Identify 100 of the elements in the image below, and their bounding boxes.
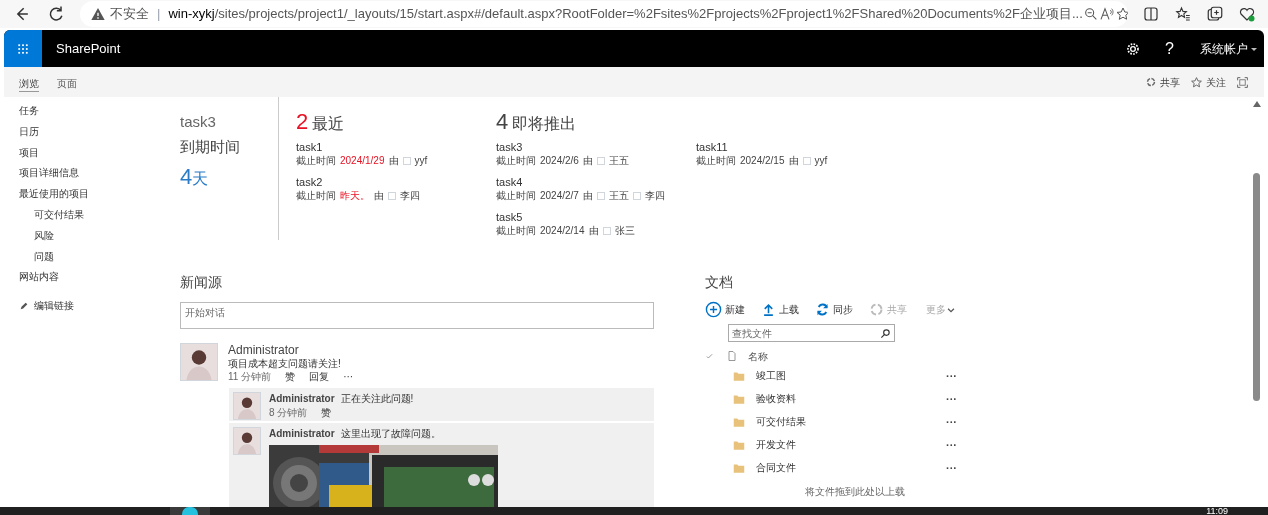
nav-link[interactable]: 可交付结果 xyxy=(19,205,180,226)
more-options-button[interactable]: ··· xyxy=(946,461,957,474)
folder-link[interactable]: 竣工图 xyxy=(756,368,946,383)
due-date: 2024/2/15 xyxy=(740,154,785,167)
task-link[interactable]: task2 xyxy=(296,175,496,189)
folder-link[interactable]: 可交付结果 xyxy=(756,414,946,429)
person-name[interactable]: yyf xyxy=(414,154,428,167)
folder-link[interactable]: 合同文件 xyxy=(756,460,946,475)
taskbar-app-icon[interactable] xyxy=(170,507,210,515)
scroll-up-icon[interactable] xyxy=(1253,101,1261,107)
task-link[interactable]: task11 xyxy=(696,140,896,154)
countdown-unit: 天 xyxy=(192,170,209,189)
toolbar-button[interactable]: 上载 xyxy=(779,302,799,317)
more-options-button[interactable]: ··· xyxy=(946,369,957,382)
person-name[interactable]: 王五 xyxy=(608,189,629,202)
app-launcher-button[interactable] xyxy=(4,30,42,67)
folder-link[interactable]: 验收资料 xyxy=(756,391,946,406)
post-time[interactable]: 11 分钟前 xyxy=(228,370,272,384)
task-link[interactable]: task1 xyxy=(296,140,496,154)
ribbon-action[interactable]: 共享 xyxy=(1160,74,1180,90)
upload-icon xyxy=(761,302,776,317)
feed-action[interactable]: 赞 xyxy=(285,370,296,384)
task-link[interactable]: task4 xyxy=(496,175,696,189)
settings-icon[interactable] xyxy=(1125,40,1142,57)
app-title[interactable]: SharePoint xyxy=(56,38,121,59)
due-label: 截止时间 xyxy=(496,189,536,202)
due-label: 截止时间 xyxy=(696,154,736,167)
due-date: 昨天。 xyxy=(340,189,370,202)
due-date: 2024/1/29 xyxy=(340,154,385,167)
nav-link[interactable]: 项目详细信息 xyxy=(19,163,180,185)
focus-icon[interactable] xyxy=(1236,75,1249,89)
person-name[interactable]: 张三 xyxy=(614,224,635,237)
checkbox-icon[interactable] xyxy=(632,191,641,200)
edit-links-link[interactable]: 编辑链接 xyxy=(34,298,74,314)
user-menu[interactable]: 系统帐户 xyxy=(1200,39,1248,58)
search-icon[interactable] xyxy=(880,327,891,339)
author-link[interactable]: Administrator xyxy=(269,392,335,406)
task-link[interactable]: task3 xyxy=(180,111,278,134)
checkbox-icon[interactable] xyxy=(388,191,396,200)
nav-link[interactable]: 最近使用的项目 xyxy=(19,184,180,205)
column-header[interactable]: 名称 xyxy=(748,348,768,364)
person-name[interactable]: 王五 xyxy=(608,154,629,167)
due-label: 截止时间 xyxy=(296,189,336,202)
search-field[interactable]: 查找文件 xyxy=(728,324,895,342)
task-link[interactable]: task3 xyxy=(496,140,696,154)
post-time[interactable]: 8 分钟前 xyxy=(269,406,308,420)
scrollbar-thumb[interactable] xyxy=(1253,173,1260,401)
ribbon-action[interactable]: 关注 xyxy=(1206,74,1226,90)
by-label: 由 xyxy=(788,154,799,167)
checkbox-icon[interactable] xyxy=(596,191,605,200)
read-aloud-icon[interactable] xyxy=(1098,6,1115,22)
reply-text: 这里出现了故障问题。 xyxy=(340,427,441,441)
task-link[interactable]: task5 xyxy=(496,210,696,224)
person-name[interactable]: yyf xyxy=(814,154,828,167)
zoom-out-icon[interactable] xyxy=(1082,6,1099,22)
reply-text: 正在关注此问题! xyxy=(340,392,414,406)
ribbon-tab[interactable]: 浏览 xyxy=(19,72,39,92)
recent-count: 2 xyxy=(296,108,309,136)
nav-link[interactable]: 网站内容 xyxy=(19,267,180,289)
address-bar[interactable]: 不安全 | win-xykj/sites/projects/project1/_layouts/15/start.aspx#/default.aspx?RootFolder=%2Fsites%2Fprojects%2Fproject1%2FShared%20Documents%2F企业项目... xyxy=(80,1,1128,27)
health-icon[interactable] xyxy=(1238,5,1256,23)
nav-link[interactable]: 任务 xyxy=(19,101,180,122)
nav-link[interactable]: 风险 xyxy=(19,225,180,247)
checkmark-icon[interactable] xyxy=(705,351,714,361)
checkbox-icon[interactable] xyxy=(402,156,411,165)
favorites-icon[interactable] xyxy=(1174,5,1192,23)
feed-action[interactable]: 赞 xyxy=(321,406,332,420)
nav-link[interactable]: 问题 xyxy=(19,246,180,268)
toolbar-button[interactable]: 新建 xyxy=(725,302,745,317)
author-link[interactable]: Administrator xyxy=(269,427,335,441)
help-icon[interactable]: ? xyxy=(1165,36,1174,61)
person-name[interactable]: 李四 xyxy=(644,189,665,202)
nav-link[interactable]: 项目 xyxy=(19,142,180,164)
collections-icon[interactable] xyxy=(1206,5,1224,23)
conversation-field[interactable]: 开始对话 xyxy=(180,302,654,329)
toolbar-button[interactable]: 同步 xyxy=(833,302,853,317)
folder-link[interactable]: 开发文件 xyxy=(756,437,946,452)
checkbox-icon[interactable] xyxy=(596,156,605,165)
star-icon xyxy=(1190,75,1203,89)
more-options-button[interactable]: ··· xyxy=(946,392,957,405)
countdown-number: 4 xyxy=(180,163,193,191)
pencil-icon xyxy=(19,300,29,311)
author-link[interactable]: Administrator xyxy=(228,343,354,357)
checkbox-icon[interactable] xyxy=(802,156,811,165)
section-title: 新闻源 xyxy=(180,273,223,292)
feed-action[interactable]: ··· xyxy=(343,370,354,384)
checkbox-icon[interactable] xyxy=(602,226,611,235)
more-options-button[interactable]: ··· xyxy=(946,415,957,428)
section-title: 即将推出 xyxy=(512,114,577,134)
by-label: 由 xyxy=(388,154,399,167)
more-options-button[interactable]: ··· xyxy=(946,438,957,451)
split-screen-icon[interactable] xyxy=(1142,5,1160,23)
feed-action[interactable]: 回复 xyxy=(309,370,330,384)
due-date: 2024/2/6 xyxy=(540,154,579,167)
countdown-label: 到期时间 xyxy=(180,136,241,157)
person-name[interactable]: 李四 xyxy=(400,189,420,202)
nav-link[interactable]: 日历 xyxy=(19,121,180,143)
ribbon-tab[interactable]: 页面 xyxy=(57,73,77,91)
upcoming-count: 4 xyxy=(496,108,509,136)
star-icon[interactable] xyxy=(1114,6,1128,22)
